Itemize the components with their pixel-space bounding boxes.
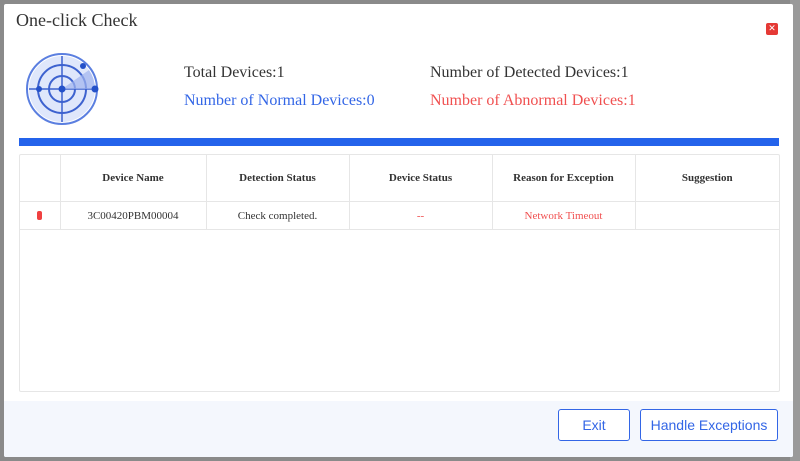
table-row[interactable]: 3C00420PBM00004 Check completed. -- Netw… xyxy=(20,201,779,230)
header-detection-status: Detection Status xyxy=(206,155,350,202)
suggestion-cell xyxy=(635,201,779,230)
header-suggestion: Suggestion xyxy=(635,155,779,202)
header-device-name: Device Name xyxy=(60,155,207,202)
error-status-icon xyxy=(37,211,43,221)
dialog-footer: Exit Handle Exceptions xyxy=(4,401,793,457)
progress-fill xyxy=(19,138,779,146)
one-click-check-dialog: One-click Check ✕ Total Devices:1 Number… xyxy=(4,4,793,457)
close-icon[interactable]: ✕ xyxy=(766,23,778,35)
total-devices-text: Total Devices:1 xyxy=(184,64,285,81)
device-table: Device Name Detection Status Device Stat… xyxy=(19,154,780,392)
header-reason: Reason for Exception xyxy=(492,155,636,202)
handle-exceptions-button[interactable]: Handle Exceptions xyxy=(640,409,778,441)
header-status xyxy=(20,155,61,202)
detected-devices-text: Number of Detected Devices:1 xyxy=(430,64,629,81)
check-progress-bar xyxy=(19,138,779,146)
radar-icon xyxy=(26,53,99,125)
dialog-title: One-click Check xyxy=(16,10,138,30)
exit-button[interactable]: Exit xyxy=(558,409,630,441)
row-status-cell xyxy=(20,201,61,230)
abnormal-devices-text: Number of Abnormal Devices:1 xyxy=(430,92,636,109)
device-name-cell: 3C00420PBM00004 xyxy=(60,201,207,230)
normal-devices-text: Number of Normal Devices:0 xyxy=(184,92,375,109)
table-header-row: Device Name Detection Status Device Stat… xyxy=(20,155,779,202)
header-device-status: Device Status xyxy=(349,155,493,202)
reason-cell: Network Timeout xyxy=(492,201,636,230)
detection-status-cell: Check completed. xyxy=(206,201,350,230)
device-status-cell: -- xyxy=(349,201,493,230)
